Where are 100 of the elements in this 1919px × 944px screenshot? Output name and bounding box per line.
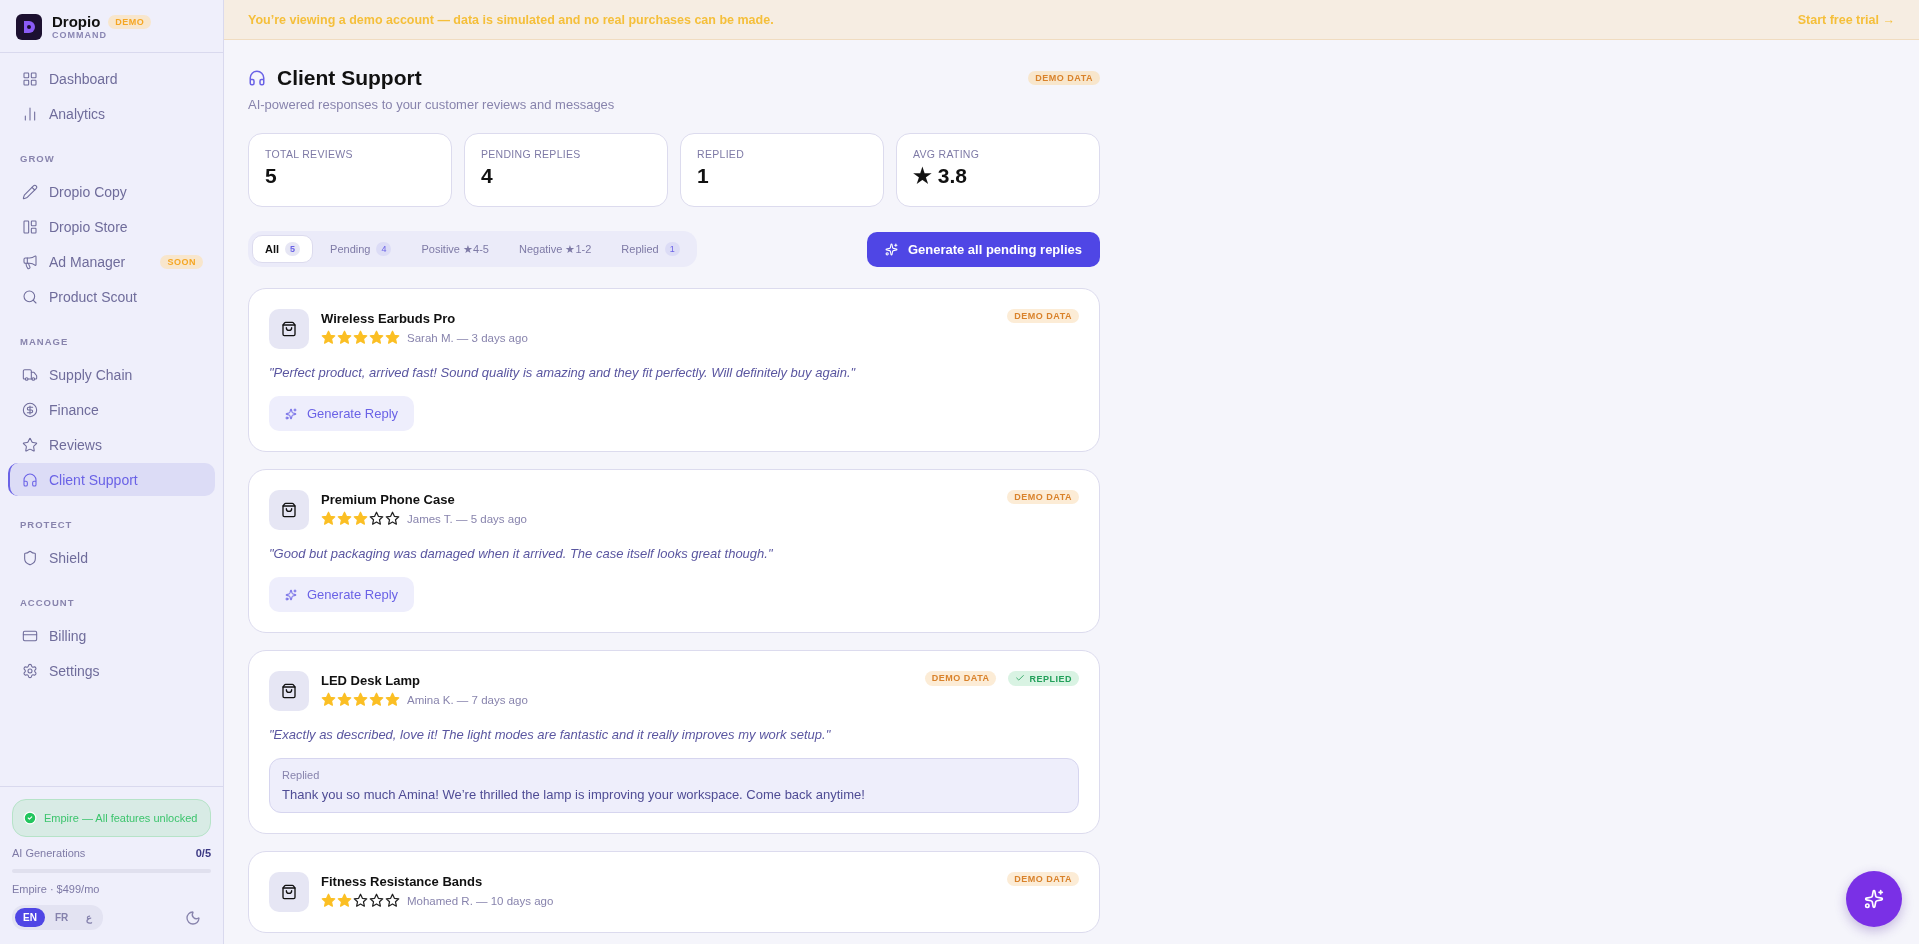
filter-tab[interactable]: Positive ★4-5 <box>408 235 502 263</box>
generate-reply-button[interactable]: Generate Reply <box>269 577 415 612</box>
filled-star-icon <box>337 330 352 345</box>
filled-star-icon <box>385 330 400 345</box>
nav-icon <box>22 70 38 87</box>
shopping-bag-icon <box>281 502 297 518</box>
nav-icon <box>22 549 38 566</box>
sidebar-item[interactable]: Product Scout <box>8 280 215 313</box>
check-circle-icon <box>23 811 37 825</box>
brand-subtitle: COMMAND <box>52 30 108 40</box>
sidebar-item[interactable]: Settings <box>8 654 215 687</box>
product-name: Premium Phone Case <box>321 492 456 507</box>
sidebar-item[interactable]: Shield <box>8 541 215 574</box>
filled-star-icon <box>321 330 336 345</box>
nav-icon <box>22 436 38 453</box>
logo-icon <box>16 13 42 40</box>
nav-icon <box>22 288 38 305</box>
empty-star-icon <box>369 893 384 908</box>
headset-icon <box>248 69 266 87</box>
sparkles-icon <box>884 242 898 256</box>
stat-label: PENDING REPLIES <box>481 148 582 160</box>
reply-label: Replied <box>282 769 321 781</box>
nav-section-heading: PROTECT <box>19 518 74 532</box>
demo-badge: DEMO <box>108 14 152 29</box>
filled-star-icon <box>353 330 368 345</box>
nav-icon <box>22 105 38 122</box>
filled-star-icon <box>353 511 368 526</box>
filter-tab[interactable]: Pending 4 <box>317 235 405 263</box>
sidebar-item[interactable]: Analytics <box>8 97 215 130</box>
banner-text: You’re viewing a demo account — data is simulated and no real purchases can be made. <box>248 12 774 27</box>
count-badge: 5 <box>285 242 301 256</box>
demo-data-badge: DEMO DATA <box>1007 309 1079 323</box>
filled-star-icon <box>337 511 352 526</box>
sparkles-icon <box>285 407 297 420</box>
review-meta: James T. — 5 days ago <box>407 512 527 525</box>
sparkles-icon <box>1864 889 1884 909</box>
page-subtitle: AI-powered responses to your customer reviews and messages <box>248 97 616 112</box>
stat-value: ★ 3.8 <box>913 164 969 188</box>
sidebar-item[interactable]: Ad Manager SOON <box>8 245 215 278</box>
review-quote: "Good but packaging was damaged when it arrived. The case itself looks great though." <box>269 546 774 561</box>
demo-data-badge: DEMO DATA <box>1007 872 1079 886</box>
review-meta: Amina K. — 7 days ago <box>407 693 528 706</box>
filled-star-icon <box>321 511 336 526</box>
review-quote: "Perfect product, arrived fast! Sound quality is amazing and they fit perfectly. Will definitely buy again." <box>269 365 857 380</box>
sidebar-item[interactable]: Finance <box>8 393 215 426</box>
nav-section-heading: GROW <box>19 152 56 166</box>
sidebar-item[interactable]: Client Support <box>8 463 215 496</box>
language-option[interactable]: ع <box>78 908 101 927</box>
empty-star-icon <box>385 511 400 526</box>
nav-section-heading: ACCOUNT <box>19 596 76 610</box>
nav-icon <box>22 662 38 679</box>
generate-all-button[interactable]: Generate all pending replies <box>866 231 1100 267</box>
filled-star-icon <box>337 893 352 908</box>
product-name: Fitness Resistance Bands <box>321 874 484 889</box>
soon-badge: SOON <box>160 254 203 269</box>
nav-icon <box>22 218 38 235</box>
stat-label: AVG RATING <box>913 148 981 160</box>
filter-tab[interactable]: All 5 <box>252 235 314 263</box>
demo-data-badge: DEMO DATA <box>1007 490 1079 504</box>
filled-star-icon <box>369 330 384 345</box>
replied-badge: REPLIED <box>1008 671 1079 686</box>
product-name: Wireless Earbuds Pro <box>321 311 457 326</box>
stat-value: 1 <box>697 164 710 188</box>
nav-icon <box>22 366 38 383</box>
review-quote: "Exactly as described, love it! The light modes are fantastic and it really improves my work setup." <box>269 727 832 742</box>
product-name: LED Desk Lamp <box>321 673 421 688</box>
review-meta: Sarah M. — 3 days ago <box>407 331 528 344</box>
shopping-bag-icon <box>281 321 297 337</box>
stat-value: 4 <box>481 164 494 188</box>
brand-name: Dropio <box>52 13 101 30</box>
language-option[interactable]: EN <box>15 908 45 927</box>
ai-assistant-button[interactable] <box>1846 871 1902 927</box>
filter-tab[interactable]: Negative ★1-2 <box>505 235 605 263</box>
generate-reply-button[interactable]: Generate Reply <box>269 396 415 431</box>
filled-star-icon <box>369 692 384 707</box>
plan-price: Empire · $499/mo <box>12 883 101 895</box>
sidebar-item[interactable]: Supply Chain <box>8 358 215 391</box>
sidebar-item[interactable]: Dropio Store <box>8 210 215 243</box>
sidebar-item[interactable]: Dropio Copy <box>8 175 215 208</box>
demo-data-badge: DEMO DATA <box>924 671 997 686</box>
filled-star-icon <box>321 893 336 908</box>
language-option[interactable]: FR <box>46 908 77 927</box>
filled-star-icon <box>321 692 336 707</box>
usage-count: 0/5 <box>195 847 211 859</box>
sidebar-item[interactable]: Reviews <box>8 428 215 461</box>
plan-status-text: Empire — All features unlocked <box>44 812 198 824</box>
filled-star-icon <box>385 692 400 707</box>
dark-mode-icon[interactable] <box>185 909 201 926</box>
sidebar-item[interactable]: Dashboard <box>8 62 215 95</box>
shopping-bag-icon <box>281 683 297 699</box>
filled-star-icon <box>337 692 352 707</box>
nav-icon <box>22 183 38 200</box>
stat-value: 5 <box>265 164 278 188</box>
shopping-bag-icon <box>281 884 297 900</box>
nav-icon <box>22 401 38 418</box>
stat-label: TOTAL REVIEWS <box>265 148 354 160</box>
filter-tab[interactable]: Replied 1 <box>608 235 693 263</box>
sidebar-item[interactable]: Billing <box>8 619 215 652</box>
empty-star-icon <box>385 893 400 908</box>
count-badge: 4 <box>376 242 392 256</box>
